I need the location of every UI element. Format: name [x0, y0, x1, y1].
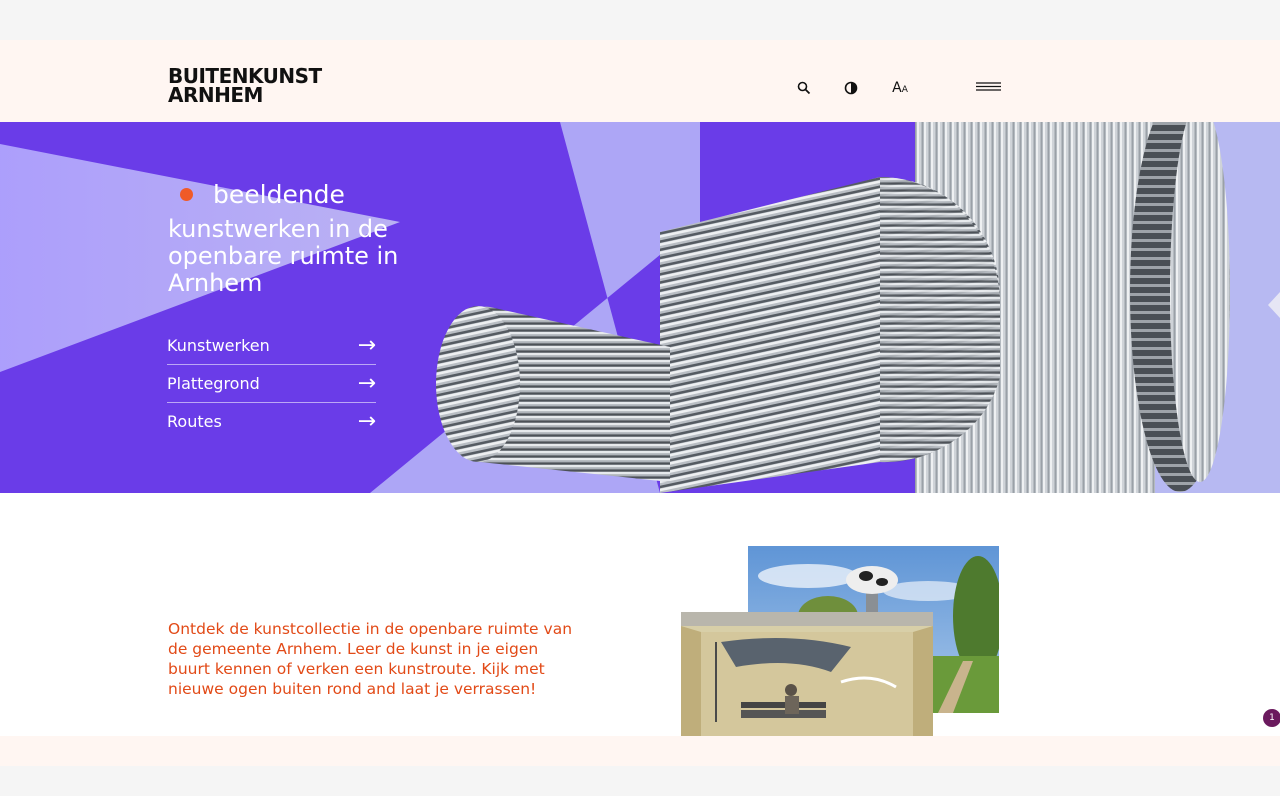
intro-section: Ontdek de kunstcollectie in de openbare …: [0, 493, 1280, 736]
hero-tag: beeldende: [180, 180, 345, 209]
contrast-icon: [844, 81, 858, 95]
site-logo[interactable]: BUITENKUNST ARNHEM: [168, 66, 322, 107]
hero-link-label: Plattegrond: [167, 374, 260, 393]
contrast-button[interactable]: [839, 76, 863, 100]
menu-icon: [975, 82, 1001, 91]
hero-link-routes[interactable]: Routes →: [167, 403, 376, 440]
arrow-right-icon: →: [357, 370, 376, 396]
menu-button[interactable]: [975, 76, 1001, 100]
arrow-right-icon: →: [357, 408, 376, 434]
hero-nav: Kunstwerken → Plattegrond → Routes →: [167, 327, 376, 440]
hero-banner: beeldende kunstwerken in de openbare rui…: [0, 122, 1280, 493]
tag-dot: [180, 187, 193, 201]
artwork-photo-mural: [681, 612, 933, 736]
notification-badge[interactable]: 1: [1263, 709, 1280, 727]
site-header: BUITENKUNST ARNHEM AA: [0, 40, 1280, 122]
search-button[interactable]: [792, 76, 816, 100]
font-size-icon: AA: [892, 80, 908, 96]
hero-link-kunstwerken[interactable]: Kunstwerken →: [167, 327, 376, 365]
hero-link-label: Routes: [167, 412, 222, 431]
hero-title: kunstwerken in de openbare ruimte in Arn…: [168, 215, 399, 297]
hero-link-plattegrond[interactable]: Plattegrond →: [167, 365, 376, 403]
hero-link-label: Kunstwerken: [167, 336, 270, 355]
font-size-button[interactable]: AA: [888, 76, 912, 100]
hero-tag-text: beeldende: [213, 180, 345, 209]
arrow-right-icon: →: [357, 332, 376, 358]
search-icon: [797, 81, 811, 95]
intro-text: Ontdek de kunstcollectie in de openbare …: [168, 620, 573, 698]
footer-strip: [0, 736, 1280, 766]
logo-line-2: ARNHEM: [168, 83, 263, 107]
